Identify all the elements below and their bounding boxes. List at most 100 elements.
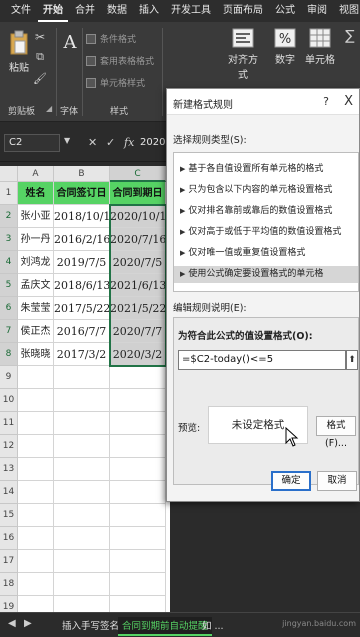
menu-item[interactable]: 页面布局	[218, 0, 268, 22]
help-icon[interactable]: ?	[323, 95, 329, 108]
row-header[interactable]: 18	[0, 573, 18, 596]
header-cell[interactable]: 合同到期日	[110, 182, 166, 205]
table-cell[interactable]	[18, 481, 54, 504]
cells-button[interactable]: 单元格	[302, 28, 338, 66]
row-header[interactable]: 8	[0, 343, 18, 366]
table-cell[interactable]	[110, 481, 166, 504]
table-cell[interactable]: 刘鸿龙	[18, 251, 54, 274]
table-cell[interactable]: 2020/3/2	[110, 343, 166, 366]
table-cell[interactable]: 2020/7/5	[110, 251, 166, 274]
format-button[interactable]: 格式(F)...	[316, 416, 356, 449]
menu-item[interactable]: 公式	[270, 0, 300, 22]
row-header[interactable]: 14	[0, 481, 18, 504]
table-cell[interactable]	[18, 527, 54, 550]
table-cell[interactable]: 2017/5/22	[54, 297, 110, 320]
name-box[interactable]: C2	[4, 134, 60, 152]
table-cell[interactable]: 2018/10/19	[54, 205, 110, 228]
table-cell[interactable]	[54, 412, 110, 435]
menu-item[interactable]: 开始	[38, 0, 68, 22]
table-cell[interactable]: 朱莹莹	[18, 297, 54, 320]
row-header[interactable]: 15	[0, 504, 18, 527]
rule-type-item[interactable]: ▶ 仅对排名靠前或靠后的数值设置格式	[174, 203, 358, 220]
table-cell[interactable]	[54, 435, 110, 458]
sheet-tab[interactable]: 如 ...	[198, 617, 228, 636]
menu-item[interactable]: 插入	[134, 0, 164, 22]
clipboard-expand-icon[interactable]: ◢	[46, 104, 52, 113]
table-cell[interactable]	[110, 366, 166, 389]
number-button[interactable]: % 数字	[272, 28, 298, 66]
row-header[interactable]: 1	[0, 182, 18, 205]
row-header[interactable]: 2	[0, 205, 18, 228]
paste-button[interactable]: 粘贴	[6, 30, 32, 74]
table-cell[interactable]: 2020/7/7	[110, 320, 166, 343]
menu-item[interactable]: 数据	[102, 0, 132, 22]
table-cell[interactable]	[110, 504, 166, 527]
rule-type-list[interactable]: ▶ 基于各自值设置所有单元格的格式 ▶ 只为包含以下内容的单元格设置格式 ▶ 仅对排名靠前…	[173, 152, 359, 292]
rule-type-item[interactable]: ▶ 仅对唯一值或重复值设置格式	[174, 245, 358, 262]
cell-style-button[interactable]: 单元格样式	[86, 76, 145, 89]
row-header[interactable]: 10	[0, 389, 18, 412]
table-cell[interactable]	[54, 366, 110, 389]
formula-input-field[interactable]: =$C2-today()<=5	[178, 350, 346, 370]
row-header[interactable]: 9	[0, 366, 18, 389]
row-header[interactable]: 11	[0, 412, 18, 435]
row-header[interactable]: 3	[0, 228, 18, 251]
table-cell[interactable]: 2016/7/7	[54, 320, 110, 343]
sheet-tab[interactable]: 插入手写签名	[58, 617, 123, 636]
table-cell[interactable]	[54, 481, 110, 504]
table-cell[interactable]: 2020/10/19	[110, 205, 166, 228]
row-header[interactable]: 4	[0, 251, 18, 274]
row-header[interactable]: 17	[0, 550, 18, 573]
rule-type-item[interactable]: ▶ 基于各自值设置所有单元格的格式	[174, 161, 358, 178]
fx-icon[interactable]: fx	[124, 136, 134, 149]
table-cell[interactable]	[110, 550, 166, 573]
cut-icon[interactable]: ✂	[32, 30, 48, 44]
table-cell[interactable]	[18, 550, 54, 573]
table-cell[interactable]: 2018/6/13	[54, 274, 110, 297]
table-cell[interactable]	[18, 504, 54, 527]
next-sheet-icon[interactable]: ▶	[24, 618, 32, 629]
row-header[interactable]: 6	[0, 297, 18, 320]
table-cell[interactable]	[54, 504, 110, 527]
cancel-formula-icon[interactable]: ✕	[88, 136, 97, 149]
align-button[interactable]: 对齐方式	[228, 28, 258, 81]
format-painter-icon[interactable]: 🖌	[32, 72, 48, 85]
column-header[interactable]: C	[110, 166, 166, 182]
collapse-dialog-icon[interactable]: ⬆	[346, 350, 358, 370]
table-cell[interactable]	[18, 458, 54, 481]
rule-type-item[interactable]: ▶ 仅对高于或低于平均值的数值设置格式	[174, 224, 358, 241]
table-cell[interactable]	[110, 412, 166, 435]
menu-item[interactable]: 合并	[70, 0, 100, 22]
table-cell[interactable]: 张晓晓	[18, 343, 54, 366]
table-cell[interactable]: 2016/2/16	[54, 228, 110, 251]
close-icon[interactable]: X	[344, 94, 353, 109]
row-header[interactable]: 13	[0, 458, 18, 481]
table-cell[interactable]: 2020/7/16	[110, 228, 166, 251]
row-header[interactable]: 12	[0, 435, 18, 458]
table-cell[interactable]: 2021/5/22	[110, 297, 166, 320]
table-cell[interactable]	[18, 412, 54, 435]
menu-item[interactable]: 开发工具	[166, 0, 216, 22]
row-header[interactable]: 16	[0, 527, 18, 550]
table-cell[interactable]: 2019/7/5	[54, 251, 110, 274]
table-cell[interactable]	[18, 366, 54, 389]
table-cell[interactable]	[18, 435, 54, 458]
table-cell[interactable]: 孙一丹	[18, 228, 54, 251]
cancel-button[interactable]: 取消	[317, 471, 357, 491]
confirm-formula-icon[interactable]: ✓	[106, 136, 115, 149]
table-cell[interactable]	[54, 573, 110, 596]
row-header[interactable]: 5	[0, 274, 18, 297]
table-cell[interactable]	[54, 550, 110, 573]
menu-item[interactable]: 文件	[6, 0, 36, 22]
table-cell[interactable]	[110, 435, 166, 458]
menu-item[interactable]: 视图	[334, 0, 360, 22]
table-cell[interactable]	[54, 458, 110, 481]
header-cell[interactable]: 姓名	[18, 182, 54, 205]
editing-icon[interactable]: ∑	[342, 28, 358, 44]
column-header[interactable]: A	[18, 166, 54, 182]
table-cell[interactable]	[18, 573, 54, 596]
select-all-corner[interactable]	[0, 166, 18, 182]
table-cell[interactable]	[54, 389, 110, 412]
column-header[interactable]: B	[54, 166, 110, 182]
table-cell[interactable]	[18, 389, 54, 412]
